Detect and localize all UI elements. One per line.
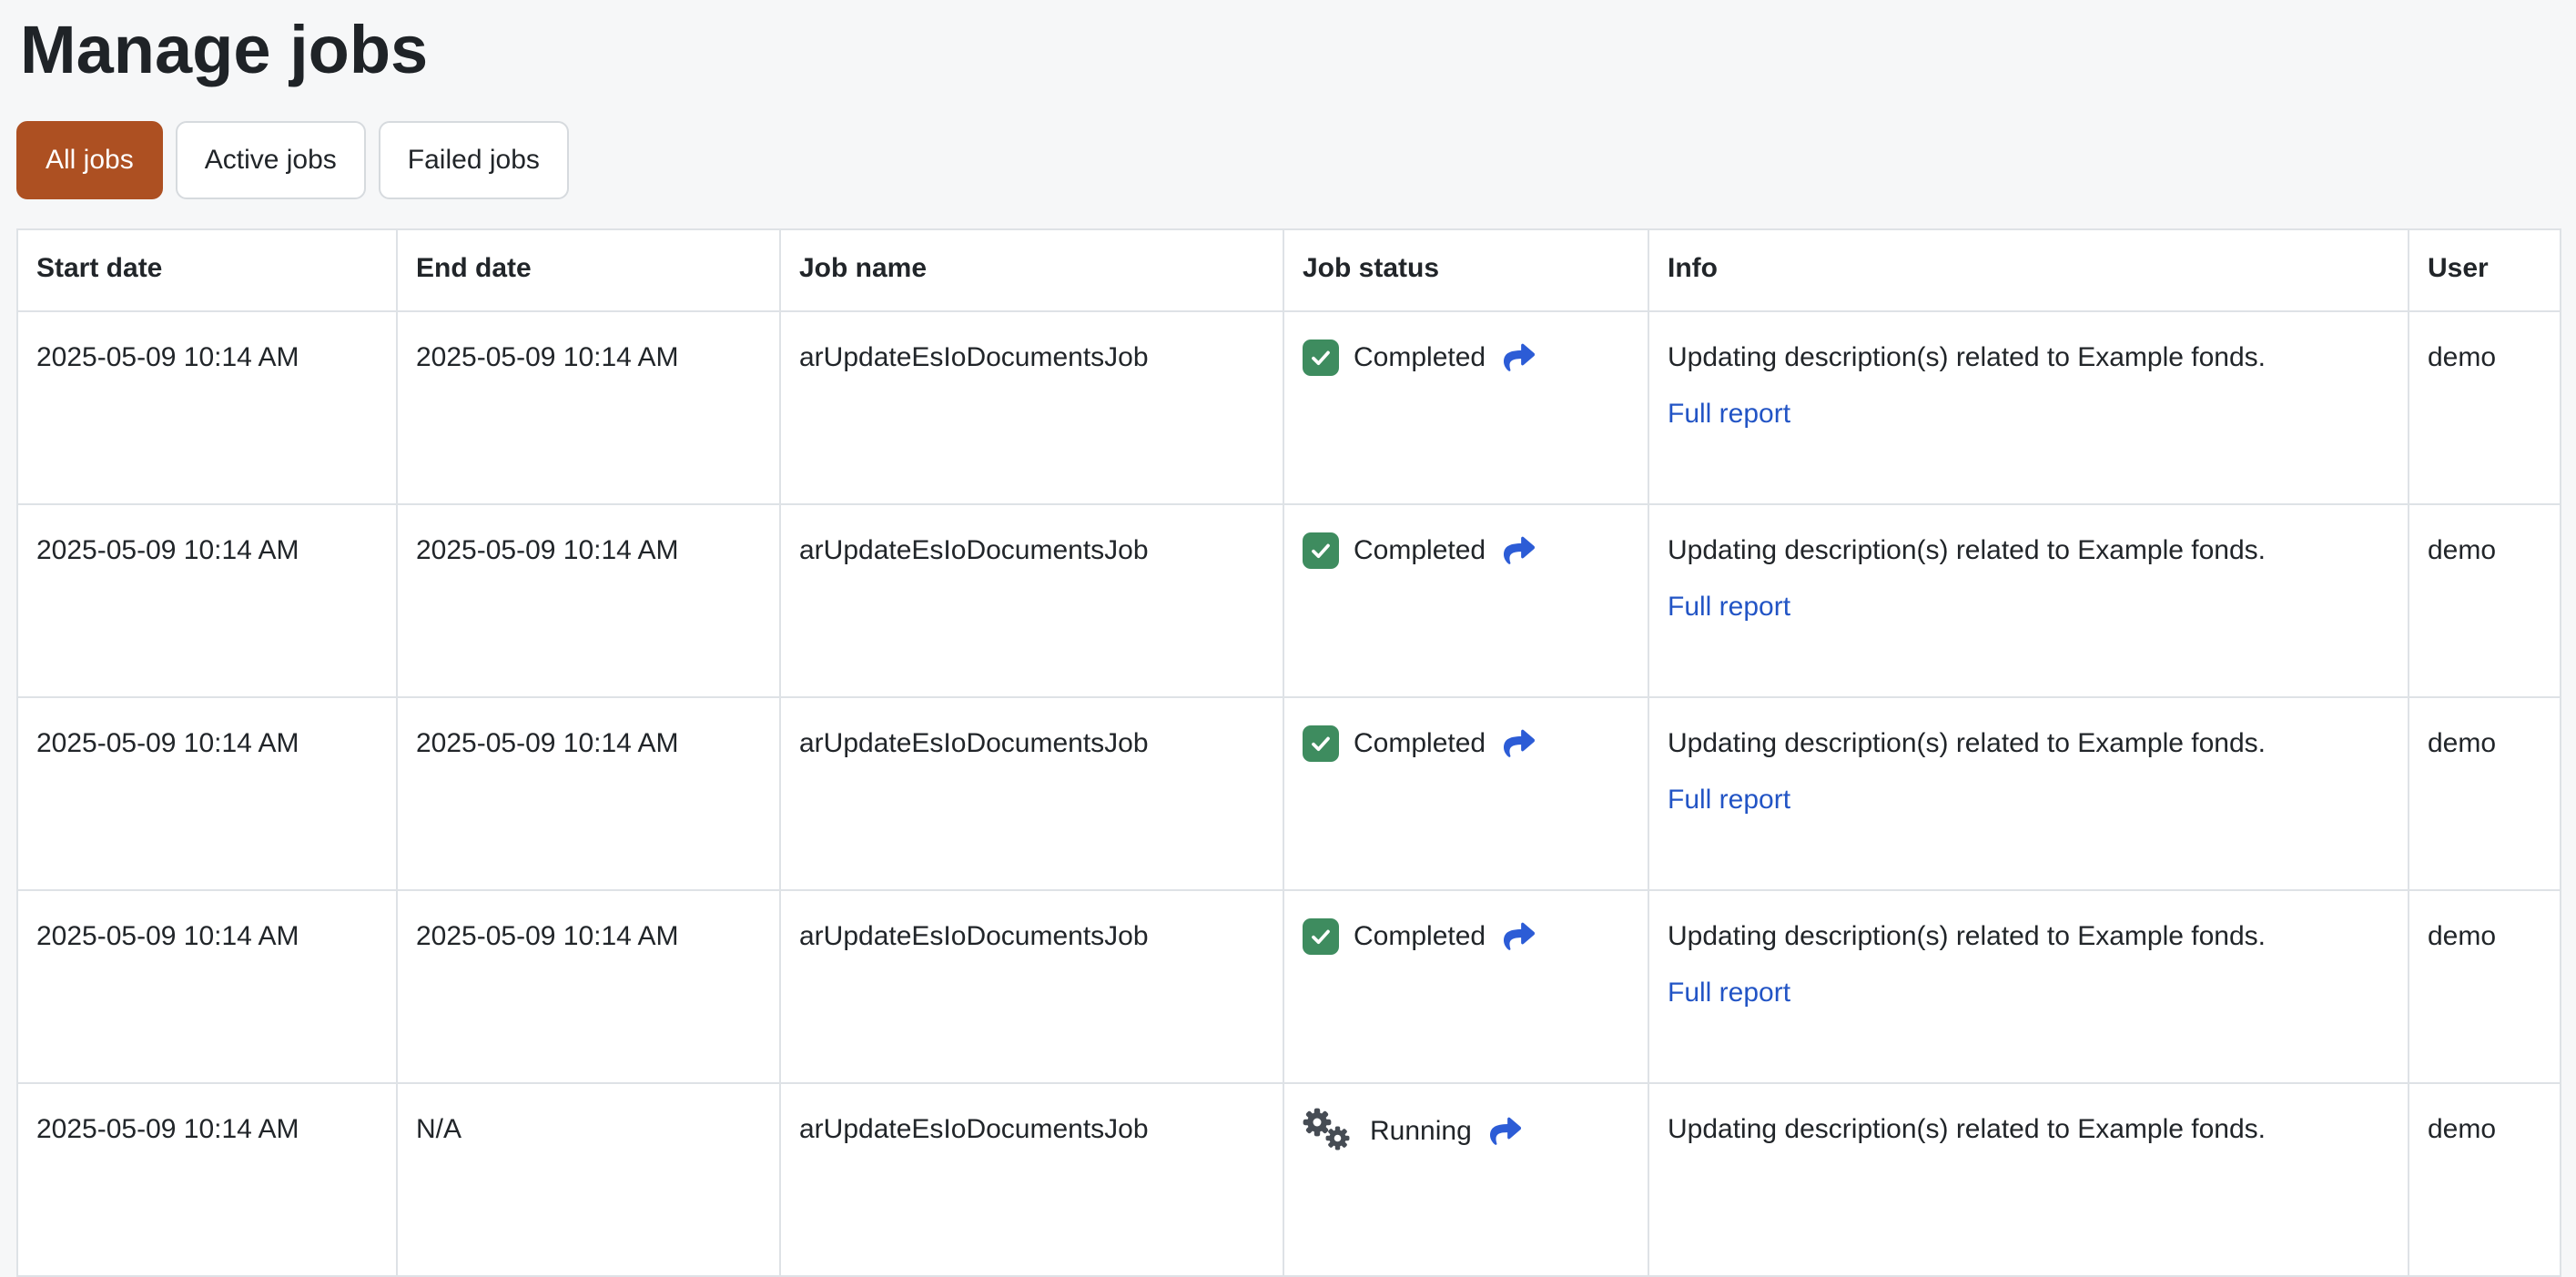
job-status: Completed xyxy=(1303,724,1629,764)
job-status: Completed xyxy=(1303,338,1629,378)
table-row: 2025-05-09 10:14 AM 2025-05-09 10:14 AM … xyxy=(16,889,2561,1085)
start-date-cell: 2025-05-09 10:14 AM xyxy=(16,1082,398,1277)
start-date-cell: 2025-05-09 10:14 AM xyxy=(16,503,398,699)
job-status: Running xyxy=(1303,1108,1629,1153)
info-text: Updating description(s) related to Examp… xyxy=(1668,728,2267,759)
job-status-cell: Completed xyxy=(1283,696,1649,892)
job-name-cell: arUpdateEsIoDocumentsJob xyxy=(779,889,1284,1085)
share-arrow-icon[interactable] xyxy=(1502,535,1536,566)
table-row: 2025-05-09 10:14 AM 2025-05-09 10:14 AM … xyxy=(16,503,2561,699)
info-cell: Updating description(s) related to Examp… xyxy=(1648,1082,2409,1277)
full-report-link[interactable]: Full report xyxy=(1668,592,1790,622)
status-label: Completed xyxy=(1354,728,1486,759)
table-header-row: Start date End date Job name Job status … xyxy=(16,228,2561,313)
job-name-cell: arUpdateEsIoDocumentsJob xyxy=(779,1082,1284,1277)
start-date-cell: 2025-05-09 10:14 AM xyxy=(16,696,398,892)
job-name-cell: arUpdateEsIoDocumentsJob xyxy=(779,696,1284,892)
check-square-icon xyxy=(1303,532,1339,570)
info-cell: Updating description(s) related to Examp… xyxy=(1648,503,2409,699)
job-status-cell: Completed xyxy=(1283,889,1649,1085)
status-label: Completed xyxy=(1354,535,1486,566)
full-report-link[interactable]: Full report xyxy=(1668,785,1790,815)
table-row: 2025-05-09 10:14 AM 2025-05-09 10:14 AM … xyxy=(16,310,2561,506)
start-date-cell: 2025-05-09 10:14 AM xyxy=(16,889,398,1085)
column-header-user: User xyxy=(2408,228,2561,313)
column-header-end-date: End date xyxy=(396,228,781,313)
check-square-icon xyxy=(1303,918,1339,956)
column-header-start-date: Start date xyxy=(16,228,398,313)
job-status-cell: Completed xyxy=(1283,503,1649,699)
end-date-cell: 2025-05-09 10:14 AM xyxy=(396,696,781,892)
full-report-link[interactable]: Full report xyxy=(1668,978,1790,1008)
table-row: 2025-05-09 10:14 AM 2025-05-09 10:14 AM … xyxy=(16,696,2561,892)
page-title: Manage jobs xyxy=(20,12,429,87)
job-status: Completed xyxy=(1303,531,1629,571)
end-date-cell: N/A xyxy=(396,1082,781,1277)
job-name-cell: arUpdateEsIoDocumentsJob xyxy=(779,503,1284,699)
info-text: Updating description(s) related to Examp… xyxy=(1668,535,2267,566)
info-cell: Updating description(s) related to Examp… xyxy=(1648,310,2409,506)
column-header-job-status: Job status xyxy=(1283,228,1649,313)
share-arrow-icon[interactable] xyxy=(1488,1116,1523,1147)
job-status: Completed xyxy=(1303,917,1629,957)
info-text: Updating description(s) related to Examp… xyxy=(1668,921,2267,952)
gears-icon xyxy=(1303,1108,1355,1153)
share-arrow-icon[interactable] xyxy=(1502,728,1536,759)
status-label: Running xyxy=(1370,1116,1472,1147)
status-label: Completed xyxy=(1354,921,1486,952)
info-cell: Updating description(s) related to Examp… xyxy=(1648,889,2409,1085)
filter-active-jobs-button[interactable]: Active jobs xyxy=(175,121,366,200)
status-label: Completed xyxy=(1354,342,1486,373)
info-cell: Updating description(s) related to Examp… xyxy=(1648,696,2409,892)
column-header-info: Info xyxy=(1648,228,2409,313)
job-name-cell: arUpdateEsIoDocumentsJob xyxy=(779,310,1284,506)
start-date-cell: 2025-05-09 10:14 AM xyxy=(16,310,398,506)
user-cell: demo xyxy=(2408,310,2561,506)
check-square-icon xyxy=(1303,340,1339,377)
end-date-cell: 2025-05-09 10:14 AM xyxy=(396,310,781,506)
info-text: Updating description(s) related to Examp… xyxy=(1668,1114,2267,1145)
info-text: Updating description(s) related to Examp… xyxy=(1668,342,2267,373)
check-square-icon xyxy=(1303,725,1339,763)
table-row: 2025-05-09 10:14 AM N/A arUpdateEsIoDocu… xyxy=(16,1082,2561,1277)
end-date-cell: 2025-05-09 10:14 AM xyxy=(396,889,781,1085)
column-header-job-name: Job name xyxy=(779,228,1284,313)
job-filter-group: All jobs Active jobs Failed jobs xyxy=(16,121,2576,200)
user-cell: demo xyxy=(2408,1082,2561,1277)
share-arrow-icon[interactable] xyxy=(1502,921,1536,952)
user-cell: demo xyxy=(2408,696,2561,892)
job-status-cell: Completed xyxy=(1283,310,1649,506)
user-cell: demo xyxy=(2408,889,2561,1085)
user-cell: demo xyxy=(2408,503,2561,699)
full-report-link[interactable]: Full report xyxy=(1668,399,1790,429)
manage-jobs-page: Manage jobs All jobs Active jobs Failed … xyxy=(0,11,2576,1277)
filter-all-jobs-button[interactable]: All jobs xyxy=(16,121,163,200)
job-status-cell: Running xyxy=(1283,1082,1649,1277)
share-arrow-icon[interactable] xyxy=(1502,342,1536,373)
filter-failed-jobs-button[interactable]: Failed jobs xyxy=(378,121,569,200)
end-date-cell: 2025-05-09 10:14 AM xyxy=(396,503,781,699)
jobs-table: Start date End date Job name Job status … xyxy=(16,228,2561,1277)
